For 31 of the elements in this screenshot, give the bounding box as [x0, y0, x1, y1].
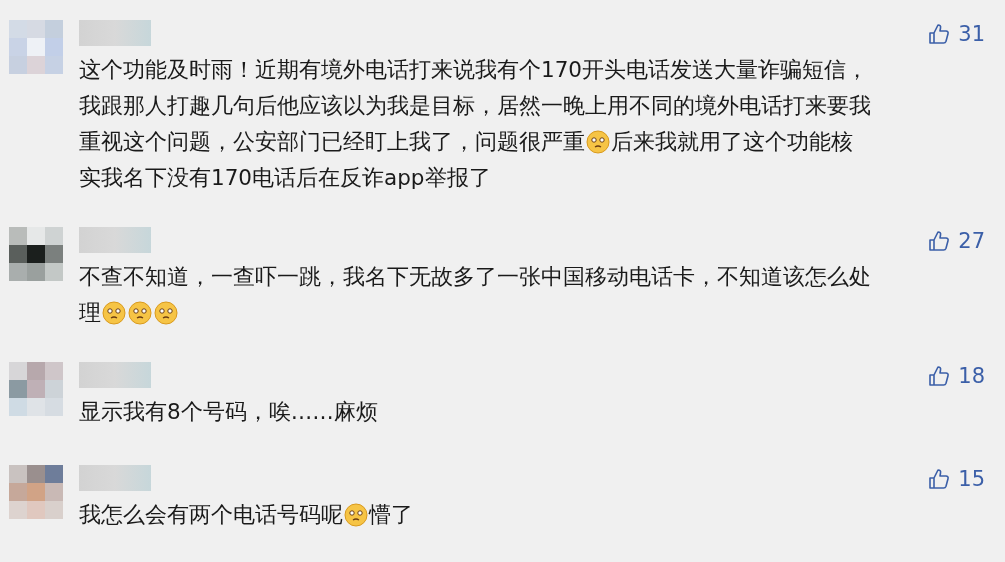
like-button[interactable]: 27 [928, 229, 985, 253]
comment-text: 不查不知道，一查吓一跳，我名下无故多了一张中国移动电话卡，不知道该怎么处 [79, 263, 871, 291]
thumbs-up-icon [928, 23, 951, 45]
comment-text: 实我名下没有170电话后在反诈app举报了 [79, 164, 491, 192]
comment-text: 懵了 [369, 501, 413, 529]
avatar-placeholder [9, 465, 63, 519]
like-button[interactable]: 31 [928, 22, 985, 46]
emoji-face-icon [128, 301, 152, 325]
comment-text: 我跟那人打趣几句后他应该以为我是目标，居然一晚上用不同的境外电话打来要我 [79, 92, 871, 120]
redacted-name [79, 227, 151, 253]
redacted-name [79, 362, 151, 388]
comment-text: 我怎么会有两个电话号码呢 [79, 501, 343, 529]
redacted-name [79, 20, 151, 46]
comment-text: 理 [79, 299, 101, 327]
emoji-face-icon [344, 503, 368, 527]
redacted-name [79, 465, 151, 491]
comment-text: 重视这个问题，公安部门已经盯上我了，问题很严重 [79, 128, 585, 156]
emoji-face-icon [154, 301, 178, 325]
avatar-placeholder [9, 20, 63, 74]
like-button[interactable]: 15 [928, 467, 985, 491]
emoji-face-icon [102, 301, 126, 325]
avatar-placeholder [9, 227, 63, 281]
like-button[interactable]: 18 [928, 364, 985, 388]
comment-text: 这个功能及时雨！近期有境外电话打来说我有个170开头电话发送大量诈骗短信， [79, 56, 869, 84]
comment-text: 显示我有8个号码，唉……麻烦 [79, 398, 378, 426]
emoji-face-icon [586, 130, 610, 154]
thumbs-up-icon [928, 365, 951, 387]
thumbs-up-icon [928, 230, 951, 252]
thumbs-up-icon [928, 468, 951, 490]
avatar-placeholder [9, 362, 63, 416]
comment-text: 后来我就用了这个功能核 [611, 128, 853, 156]
